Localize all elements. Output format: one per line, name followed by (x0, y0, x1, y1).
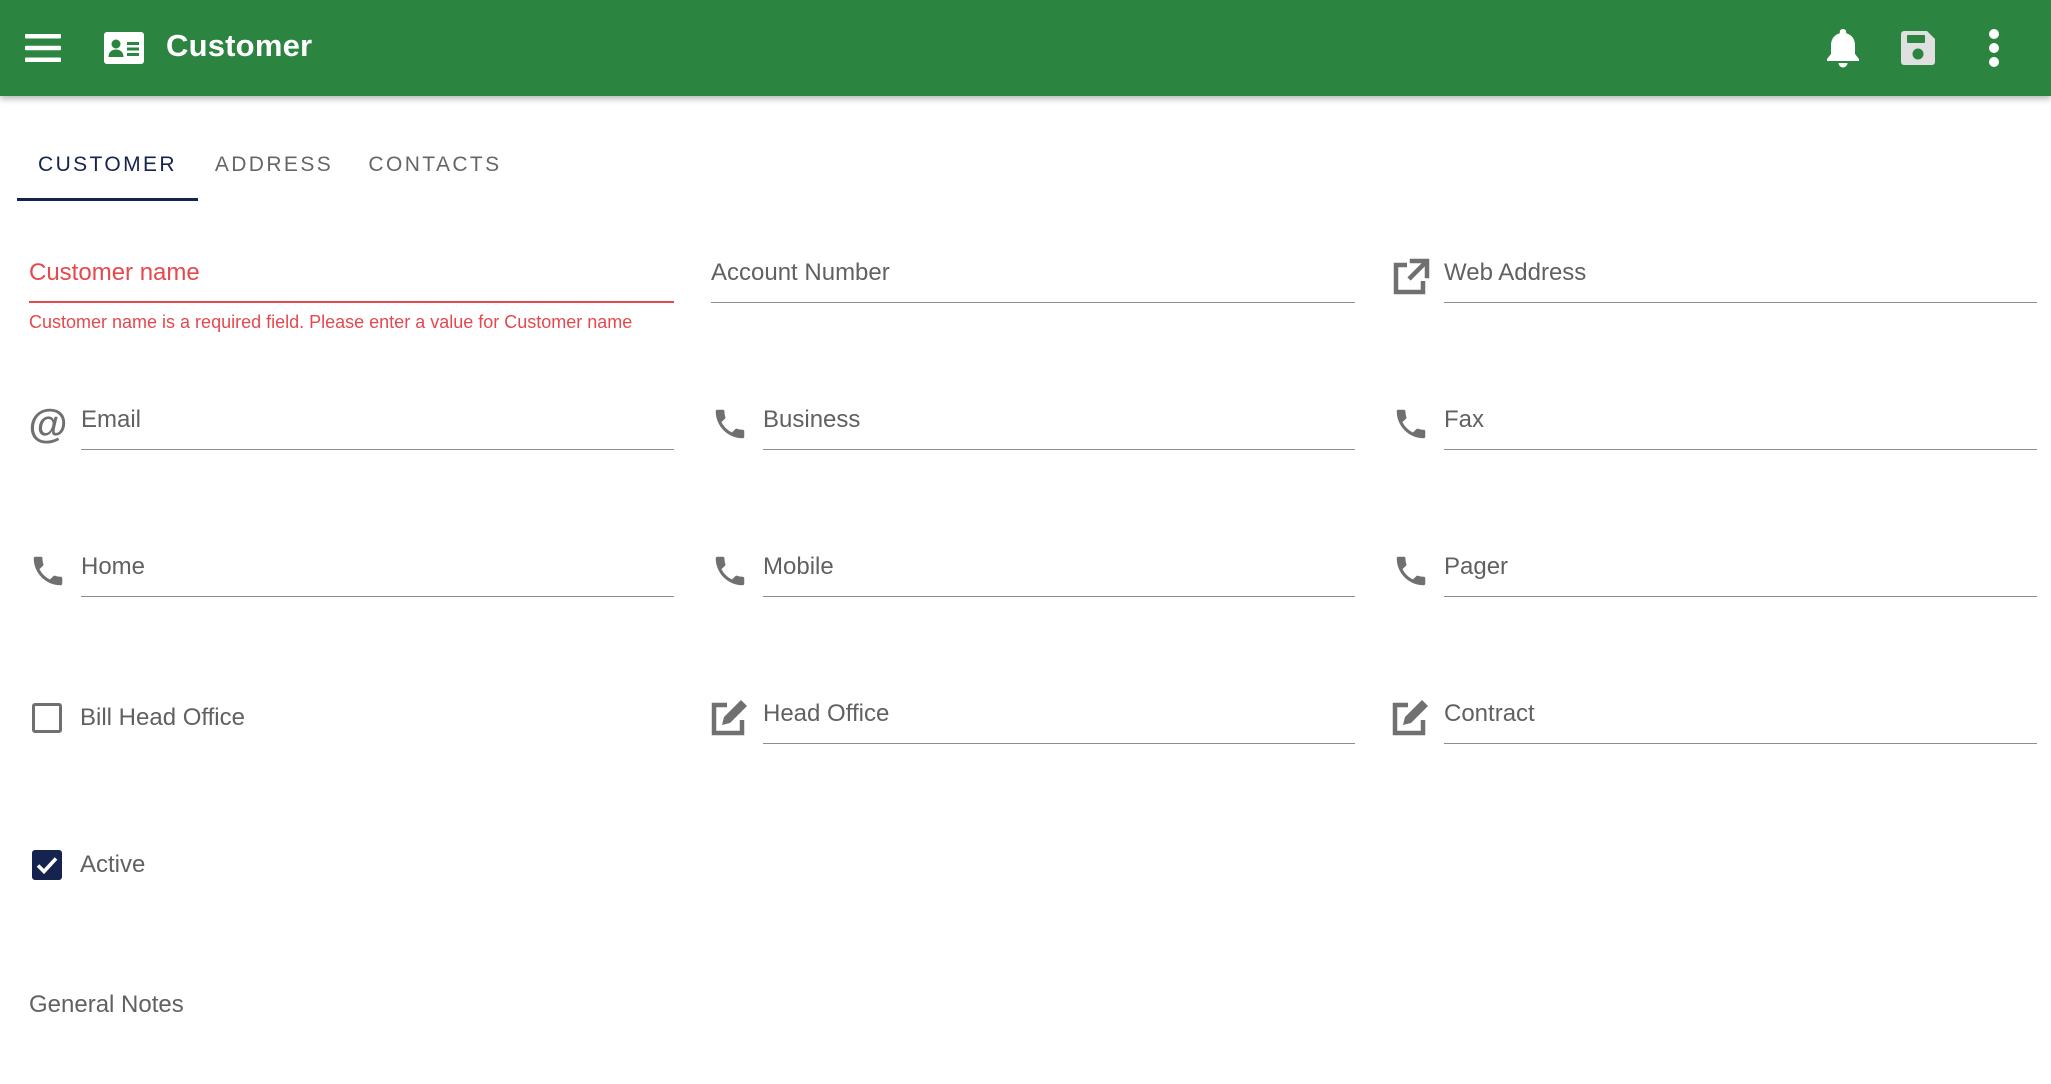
bell-icon[interactable] (1824, 0, 1862, 96)
home-underline (81, 596, 674, 597)
home-label: Home (81, 553, 146, 580)
app-bar: Customer (0, 0, 2051, 96)
app-title: Customer (166, 28, 313, 63)
at-glyph: @ (28, 402, 68, 446)
edit-icon (710, 698, 750, 738)
mobile-underline (763, 596, 1355, 597)
pager-underline (1444, 596, 2037, 597)
fax-underline (1444, 449, 2037, 450)
head-office-field[interactable]: Head Office (763, 654, 1355, 744)
contract-underline (1444, 743, 2037, 744)
fax-label: Fax (1444, 406, 1485, 433)
phone-icon (710, 404, 750, 444)
account-number-underline (711, 302, 1355, 303)
head-office-label: Head Office (763, 700, 890, 727)
web-address-underline (1444, 302, 2037, 303)
phone-icon (1391, 551, 1431, 591)
head-office-underline (763, 743, 1355, 744)
at-icon: @ (28, 404, 68, 444)
contract-field[interactable]: Contract (1444, 654, 2037, 744)
customer-name-underline (29, 301, 674, 303)
tab-customer[interactable]: CUSTOMER (17, 132, 198, 198)
edit-icon (1391, 698, 1431, 738)
business-underline (763, 449, 1355, 450)
contact-card-icon (102, 0, 146, 96)
account-number-field[interactable]: Account Number (711, 213, 1355, 303)
mobile-label: Mobile (763, 553, 834, 580)
email-underline (81, 449, 674, 450)
customer-name-field[interactable]: Customer name (29, 213, 674, 303)
email-label: Email (81, 406, 142, 433)
save-icon[interactable] (1899, 0, 1937, 96)
customer-name-label: Customer name (29, 259, 200, 286)
tab-contacts[interactable]: CONTACTS (350, 132, 520, 198)
account-number-label: Account Number (711, 259, 890, 286)
contract-label: Contract (1444, 700, 1535, 727)
pager-field[interactable]: Pager (1444, 507, 2037, 597)
active-checkbox[interactable] (32, 850, 62, 880)
pager-label: Pager (1444, 553, 1509, 580)
fax-field[interactable]: Fax (1444, 360, 2037, 450)
phone-icon (1391, 404, 1431, 444)
check-icon (36, 857, 58, 875)
web-address-field[interactable]: Web Address (1444, 213, 2037, 303)
more-vert-icon[interactable] (1980, 0, 2008, 96)
bill-head-office-label: Bill Head Office (80, 704, 245, 731)
business-phone-field[interactable]: Business (763, 360, 1355, 450)
web-address-label: Web Address (1444, 259, 1587, 286)
customer-name-error: Customer name is a required field. Pleas… (29, 312, 633, 332)
phone-icon (28, 551, 68, 591)
bill-head-office-checkbox[interactable] (32, 703, 62, 733)
active-tab-indicator (17, 198, 198, 201)
phone-icon (710, 551, 750, 591)
tab-address[interactable]: ADDRESS (198, 132, 350, 198)
business-label: Business (763, 406, 861, 433)
home-phone-field[interactable]: Home (81, 507, 674, 597)
open-external-icon (1391, 257, 1431, 297)
active-label: Active (80, 851, 146, 878)
general-notes-label: General Notes (29, 991, 184, 1018)
mobile-phone-field[interactable]: Mobile (763, 507, 1355, 597)
email-field[interactable]: Email (81, 360, 674, 450)
menu-icon[interactable] (20, 0, 66, 96)
